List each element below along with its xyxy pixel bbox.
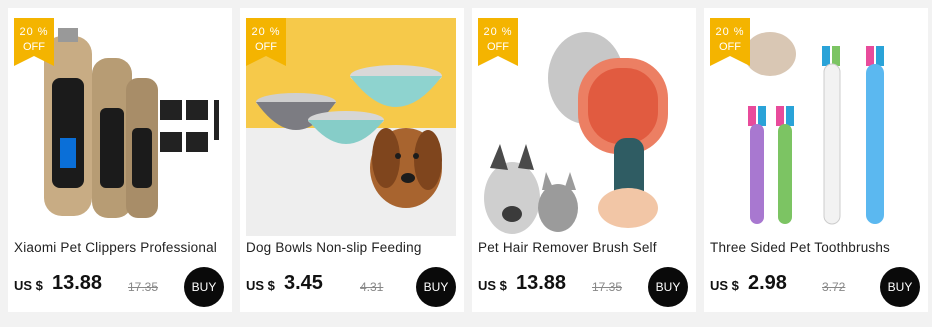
discount-badge: 20 % OFF <box>14 18 54 66</box>
sale-price: 13.88 <box>516 272 567 294</box>
product-card-pet-toothbrushes[interactable]: 20 % OFF Three Sided Pet Toothbrushs US … <box>704 8 928 312</box>
discount-off-label: OFF <box>255 41 277 53</box>
product-card-pet-clippers[interactable]: 20 % OFF Xiaomi Pet Clippers Professiona… <box>8 8 232 312</box>
discount-badge: 20 % OFF <box>246 18 286 66</box>
product-title[interactable]: Three Sided Pet Toothbrushs <box>710 240 924 255</box>
product-card-dog-bowls[interactable]: 20 % OFF Dog Bowls Non-slip Feeding US $… <box>240 8 464 312</box>
currency-label: US $ <box>478 278 507 293</box>
original-price: 4.31 <box>360 280 384 294</box>
currency-label: US $ <box>246 278 275 293</box>
discount-off-label: OFF <box>487 41 509 53</box>
buy-button[interactable]: BUY <box>648 267 688 307</box>
sale-price: 3.45 <box>284 272 323 294</box>
original-price: 17.35 <box>592 280 623 294</box>
sale-price: 2.98 <box>748 272 787 294</box>
product-title[interactable]: Xiaomi Pet Clippers Professional <box>14 240 228 255</box>
currency-label: US $ <box>710 278 739 293</box>
product-title[interactable]: Dog Bowls Non-slip Feeding <box>246 240 460 255</box>
discount-percent: 20 % <box>251 26 281 38</box>
currency-label: US $ <box>14 278 43 293</box>
product-title[interactable]: Pet Hair Remover Brush Self <box>478 240 692 255</box>
discount-badge: 20 % OFF <box>710 18 750 66</box>
sale-price: 13.88 <box>52 272 103 294</box>
original-price: 3.72 <box>822 280 846 294</box>
discount-off-label: OFF <box>719 41 741 53</box>
buy-button[interactable]: BUY <box>184 267 224 307</box>
buy-button[interactable]: BUY <box>416 267 456 307</box>
discount-off-label: OFF <box>23 41 45 53</box>
original-price: 17.35 <box>128 280 159 294</box>
discount-percent: 20 % <box>483 26 513 38</box>
product-card-hair-remover-brush[interactable]: 20 % OFF Pet Hair Remover Brush Self US … <box>472 8 696 312</box>
buy-button[interactable]: BUY <box>880 267 920 307</box>
discount-badge: 20 % OFF <box>478 18 518 66</box>
discount-percent: 20 % <box>19 26 49 38</box>
discount-percent: 20 % <box>715 26 745 38</box>
product-grid: 20 % OFF Xiaomi Pet Clippers Professiona… <box>0 0 932 327</box>
